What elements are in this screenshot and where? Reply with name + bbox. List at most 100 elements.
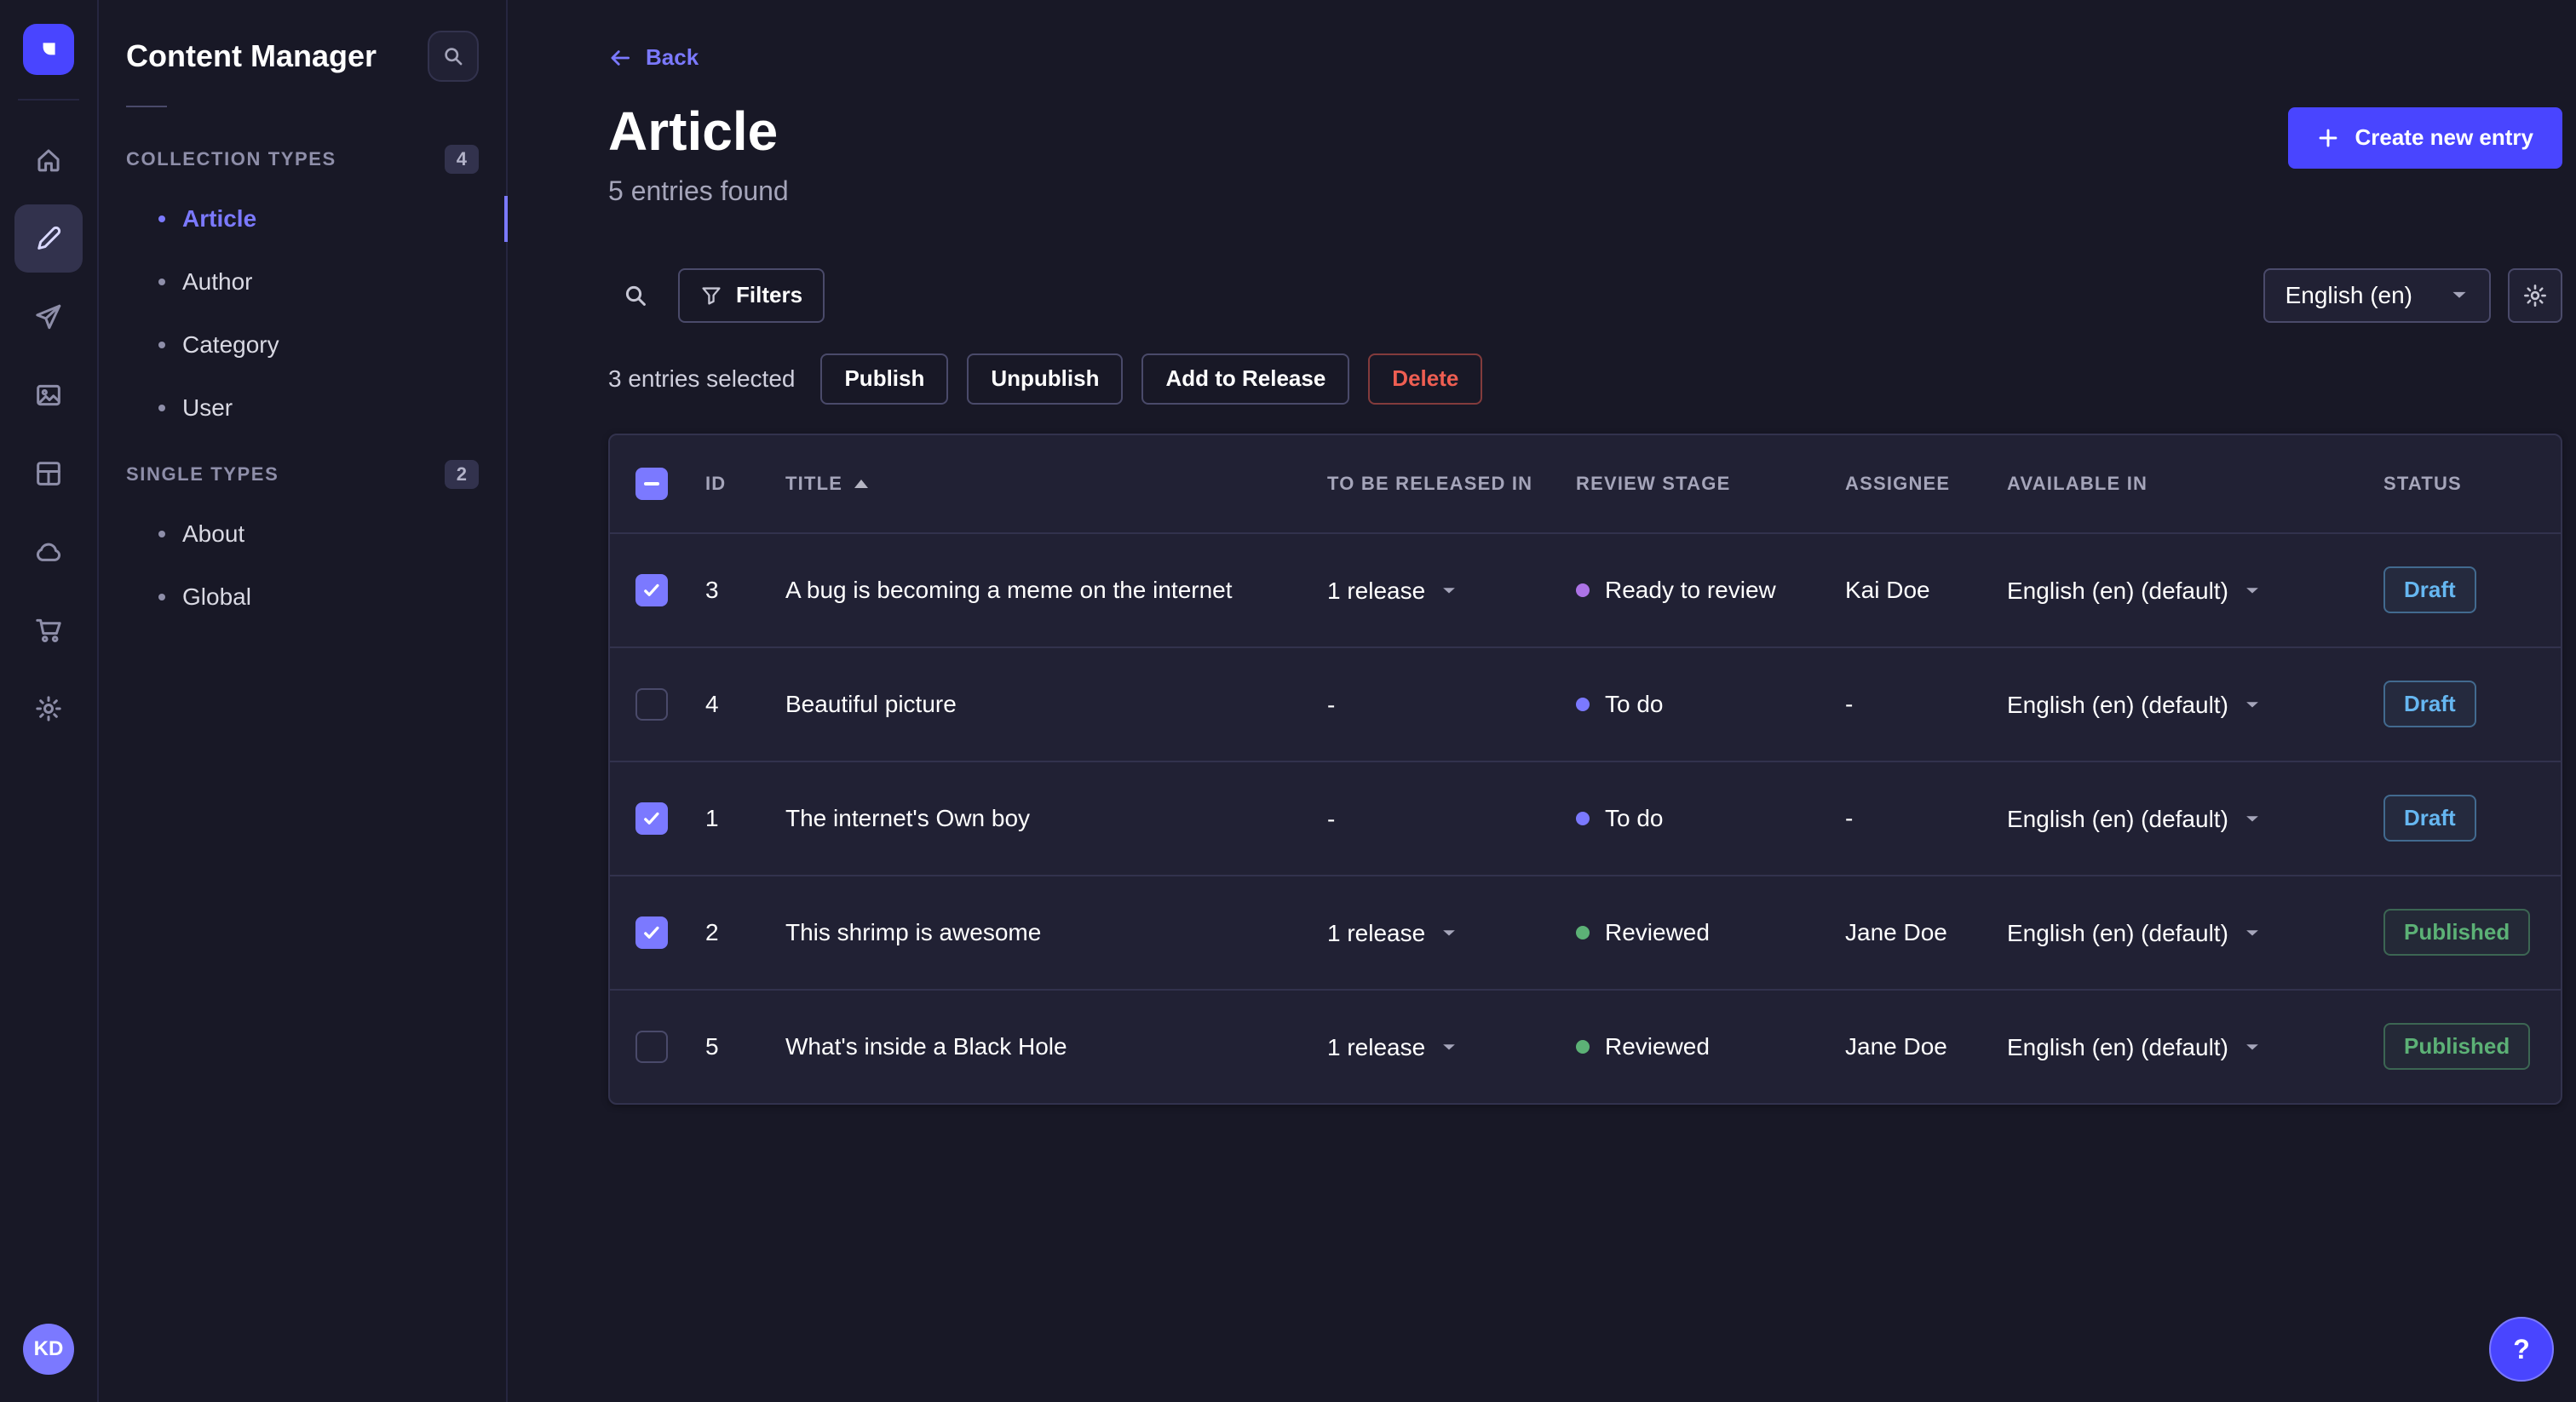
chevron-down-icon (2246, 816, 2258, 822)
create-entry-button[interactable]: Create new entry (2288, 106, 2562, 169)
nav-media-library[interactable] (14, 361, 83, 429)
locale-select[interactable]: English (en) (default) (2007, 692, 2261, 719)
release-select[interactable]: - (1327, 692, 1335, 719)
table-row[interactable]: 1 The internet's Own boy - To do - Engli… (610, 760, 2561, 875)
filters-button[interactable]: Filters (678, 267, 825, 323)
release-label: 1 release (1327, 577, 1426, 604)
search-button[interactable] (428, 31, 479, 82)
column-header-release[interactable]: TO BE RELEASED IN (1327, 473, 1576, 495)
gear-icon (36, 696, 61, 721)
nav-settings[interactable] (14, 675, 83, 743)
row-title[interactable]: The internet's Own boy (785, 805, 1327, 832)
sidebar-item-global[interactable]: Global (99, 566, 506, 629)
count-badge: 2 (444, 460, 479, 489)
divider (18, 99, 79, 101)
nav-releases[interactable] (14, 283, 83, 351)
view-settings-button[interactable] (2508, 267, 2562, 323)
chevron-down-icon (2246, 1044, 2258, 1050)
table-row[interactable]: 2 This shrimp is awesome 1 release Revie… (610, 874, 2561, 989)
column-header-status[interactable]: STATUS (2383, 473, 2561, 495)
release-select[interactable]: 1 release (1327, 920, 1458, 947)
search-icon (445, 48, 463, 66)
sidebar-item-user[interactable]: User (99, 376, 506, 440)
row-checkbox[interactable] (635, 573, 668, 606)
back-link[interactable]: Back (608, 44, 699, 71)
content-manager-sidebar: Content Manager Collection Types 4 Artic… (99, 0, 508, 1402)
nav-content-manager[interactable] (14, 204, 83, 273)
locale-select[interactable]: English (en) (default) (2007, 577, 2261, 605)
nav-deploy[interactable] (14, 518, 83, 586)
status-badge: Published (2383, 909, 2531, 956)
row-checkbox[interactable] (635, 1030, 668, 1063)
table-row[interactable]: 3 A bug is becoming a meme on the intern… (610, 531, 2561, 646)
column-header-available-in[interactable]: AVAILABLE IN (2007, 473, 2383, 495)
bulk-actions-bar: 3 entries selected Publish Unpublish Add… (608, 353, 2562, 405)
subnav-title: Content Manager (126, 38, 377, 73)
row-title[interactable]: What's inside a Black Hole (785, 1033, 1327, 1060)
row-id: 4 (705, 690, 719, 717)
publish-button[interactable]: Publish (820, 353, 949, 405)
column-header-review-stage[interactable]: REVIEW STAGE (1576, 473, 1845, 495)
locale-label: English (en) (default) (2007, 692, 2228, 718)
row-id: 1 (705, 804, 719, 831)
locale-label: English (en) (default) (2007, 920, 2228, 946)
row-title[interactable]: This shrimp is awesome (785, 919, 1327, 946)
app-root: KD Content Manager Collection Types 4 Ar… (0, 0, 2576, 1402)
release-select[interactable]: 1 release (1327, 577, 1458, 605)
create-entry-label: Create new entry (2355, 124, 2533, 150)
count-badge: 4 (444, 145, 479, 174)
sidebar-item-article[interactable]: Article (99, 187, 508, 250)
column-header-assignee[interactable]: ASSIGNEE (1845, 473, 2007, 495)
select-all-checkbox[interactable] (635, 467, 668, 500)
locale-label: English (en) (default) (2007, 577, 2228, 604)
entries-count: 5 entries found (608, 175, 789, 206)
row-checkbox[interactable] (635, 687, 668, 721)
table-row[interactable]: 5 What's inside a Black Hole 1 release R… (610, 988, 2561, 1103)
chevron-down-icon (2246, 930, 2258, 936)
column-header-id[interactable]: ID (705, 473, 785, 495)
entries-table: ID TITLE TO BE RELEASED IN REVIEW STAGE … (608, 433, 2562, 1105)
row-checkbox[interactable] (635, 802, 668, 835)
divider (126, 106, 167, 107)
release-label: - (1327, 692, 1336, 718)
locale-select[interactable]: English (en) (default) (2007, 1034, 2261, 1061)
sidebar-item-category[interactable]: Category (99, 313, 506, 376)
help-button[interactable]: ? (2489, 1317, 2554, 1382)
locale-select[interactable]: English (en) (default) (2007, 806, 2261, 833)
nav-marketplace[interactable] (14, 596, 83, 664)
chevron-down-icon (2246, 702, 2258, 708)
column-header-title[interactable]: TITLE (785, 473, 1327, 495)
chevron-down-icon (2246, 588, 2258, 594)
release-select[interactable]: 1 release (1327, 1034, 1458, 1061)
bullet-icon (158, 215, 165, 222)
table-row[interactable]: 4 Beautiful picture - To do - English (e… (610, 646, 2561, 761)
nav-home[interactable] (14, 126, 83, 194)
plus-icon (2320, 129, 2337, 147)
sidebar-item-author[interactable]: Author (99, 250, 506, 313)
stage-label: Reviewed (1605, 918, 1710, 945)
list-toolbar: Filters English (en) (608, 267, 2562, 323)
delete-button[interactable]: Delete (1368, 353, 1483, 405)
search-button[interactable] (608, 268, 663, 323)
row-title[interactable]: Beautiful picture (785, 691, 1327, 718)
bullet-icon (158, 594, 165, 600)
release-select[interactable]: - (1327, 806, 1335, 833)
chevron-down-icon (1443, 1044, 1456, 1050)
unpublish-button[interactable]: Unpublish (967, 353, 1124, 405)
filters-label: Filters (736, 282, 803, 307)
sidebar-item-label: User (182, 394, 233, 421)
locale-select[interactable]: English (en) (default) (2007, 920, 2261, 947)
nav-content-type-builder[interactable] (14, 440, 83, 508)
user-avatar[interactable]: KD (23, 1324, 74, 1375)
locale-select[interactable]: English (en) (2263, 267, 2491, 323)
back-label: Back (646, 44, 699, 70)
sidebar-item-about[interactable]: About (99, 503, 506, 566)
row-assignee: Jane Doe (1845, 918, 1947, 945)
row-title[interactable]: A bug is becoming a meme on the internet (785, 577, 1327, 604)
selected-count: 3 entries selected (608, 365, 796, 392)
strapi-logo[interactable] (23, 24, 74, 75)
bullet-icon (158, 279, 165, 285)
row-checkbox[interactable] (635, 916, 668, 949)
add-to-release-button[interactable]: Add to Release (1141, 353, 1350, 405)
strapi-logo-icon (43, 43, 55, 55)
